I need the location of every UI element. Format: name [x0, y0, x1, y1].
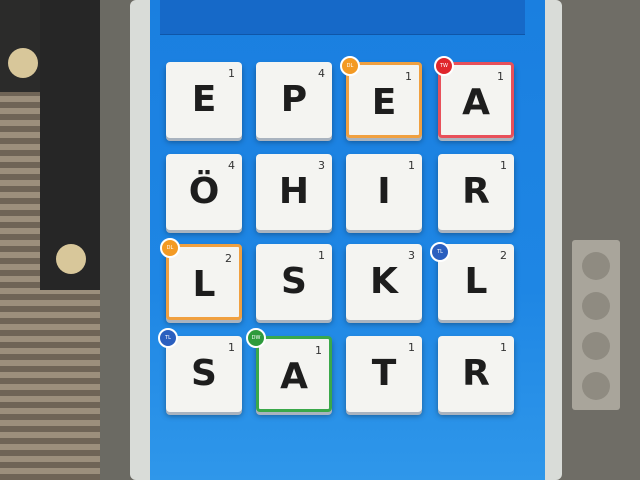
mount-hole: [56, 244, 86, 274]
tile-points: 1: [408, 159, 415, 172]
letter-tile[interactable]: S 1: [256, 244, 332, 320]
letter-tile[interactable]: A 1: [256, 336, 332, 412]
bonus-badge-dl: DL: [160, 238, 180, 258]
tile-points: 1: [497, 70, 504, 83]
letter-grid: E 1 P 4 E 1 A 1 Ö 4 H 3 I 1 R 1 L 2 S 1 …: [150, 0, 545, 480]
lego-stud: [582, 332, 610, 360]
tile-letter: E: [371, 82, 397, 123]
letter-tile[interactable]: K 3: [346, 244, 422, 320]
letter-tile[interactable]: R 1: [438, 336, 514, 412]
tile-letter: T: [371, 353, 397, 394]
tile-letter: L: [192, 264, 216, 305]
bonus-badge-tl: TL: [430, 242, 450, 262]
letter-tile[interactable]: H 3: [256, 154, 332, 230]
lego-brick: [572, 240, 620, 410]
tile-letter: R: [462, 171, 490, 212]
tile-points: 1: [405, 70, 412, 83]
mount-hole: [8, 48, 38, 78]
letter-tile[interactable]: L 2: [166, 244, 242, 320]
bonus-badge-tl: TL: [158, 328, 178, 348]
letter-tile[interactable]: P 4: [256, 62, 332, 138]
tile-letter: S: [281, 261, 307, 302]
letter-tile[interactable]: R 1: [438, 154, 514, 230]
letter-tile[interactable]: E 1: [346, 62, 422, 138]
tile-letter: S: [191, 353, 217, 394]
letter-tile[interactable]: T 1: [346, 336, 422, 412]
letter-tile[interactable]: S 1: [166, 336, 242, 412]
bonus-badge-tw: TW: [434, 56, 454, 76]
lego-stud: [582, 252, 610, 280]
letter-tile[interactable]: E 1: [166, 62, 242, 138]
tile-letter: L: [464, 261, 488, 302]
tile-points: 2: [500, 249, 507, 262]
tile-points: 1: [500, 341, 507, 354]
lego-stud: [582, 372, 610, 400]
tile-letter: H: [278, 171, 310, 212]
tile-letter: A: [280, 356, 308, 397]
tile-points: 4: [318, 67, 325, 80]
tile-points: 1: [228, 67, 235, 80]
letter-tile[interactable]: I 1: [346, 154, 422, 230]
tile-letter: I: [377, 171, 391, 212]
tile-points: 1: [500, 159, 507, 172]
tile-letter: P: [280, 79, 308, 120]
tile-letter: E: [191, 79, 217, 120]
tile-letter: R: [462, 353, 490, 394]
tile-letter: A: [462, 82, 490, 123]
game-screen: E 1 P 4 E 1 A 1 Ö 4 H 3 I 1 R 1 L 2 S 1 …: [150, 0, 545, 480]
tile-points: 4: [228, 159, 235, 172]
tile-points: 1: [318, 249, 325, 262]
lego-stud: [582, 292, 610, 320]
bonus-badge-dl: DL: [340, 56, 360, 76]
tile-letter: K: [370, 261, 398, 302]
bonus-badge-dw: DW: [246, 328, 266, 348]
tile-points: 1: [315, 344, 322, 357]
tile-points: 3: [318, 159, 325, 172]
letter-tile[interactable]: Ö 4: [166, 154, 242, 230]
tile-points: 1: [228, 341, 235, 354]
tile-letter: Ö: [188, 171, 220, 212]
tile-points: 2: [225, 252, 232, 265]
tile-points: 1: [408, 341, 415, 354]
tile-points: 3: [408, 249, 415, 262]
